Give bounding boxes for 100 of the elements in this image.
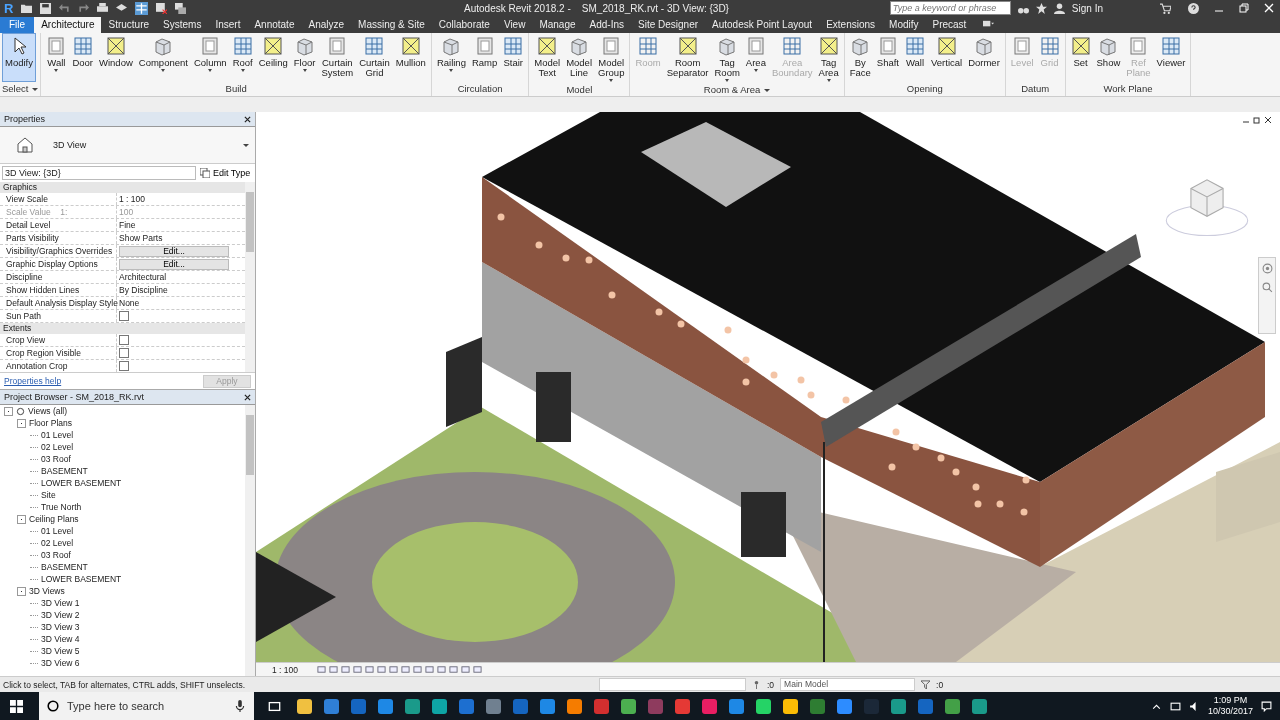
checkbox[interactable] bbox=[119, 361, 129, 372]
ribbon-tool-button[interactable]: Model Text bbox=[531, 32, 564, 83]
close-windows-icon[interactable] bbox=[156, 2, 168, 14]
ribbon-tab[interactable]: View bbox=[496, 16, 533, 33]
taskbar-app-icon[interactable] bbox=[837, 698, 852, 714]
microphone-icon[interactable] bbox=[234, 700, 246, 712]
taskbar-app-icon[interactable] bbox=[783, 698, 798, 714]
tree-item[interactable]: 3D View 2 bbox=[41, 610, 80, 621]
ribbon-tool-button[interactable]: Tag Room bbox=[711, 32, 743, 83]
help-icon[interactable] bbox=[1188, 2, 1199, 14]
tiled-windows-icon[interactable] bbox=[135, 1, 149, 15]
ribbon-tool-button[interactable]: Stair bbox=[500, 32, 527, 82]
tree-item[interactable]: 3D Views bbox=[29, 586, 65, 597]
ribbon-tool-button[interactable]: Dormer bbox=[965, 32, 1003, 82]
print-icon[interactable] bbox=[97, 2, 109, 14]
design-option-dropdown[interactable]: Main Model bbox=[780, 678, 916, 692]
folder-icon[interactable] bbox=[21, 2, 33, 14]
ribbon-tool-button[interactable]: Window bbox=[96, 32, 136, 82]
tree-item[interactable]: 01 Level bbox=[41, 430, 74, 441]
user-icon[interactable] bbox=[1053, 2, 1065, 14]
restore-icon[interactable] bbox=[1239, 3, 1249, 14]
taskbar-app-icon[interactable] bbox=[756, 698, 771, 714]
tree-item[interactable]: 03 Roof bbox=[41, 454, 71, 465]
taskbar-search-field[interactable]: Type here to search bbox=[39, 692, 254, 720]
ribbon-tab[interactable]: Add-Ins bbox=[582, 16, 631, 33]
scrollbar[interactable] bbox=[245, 405, 255, 677]
property-group-header[interactable]: Extents bbox=[0, 323, 245, 335]
checkbox[interactable] bbox=[119, 348, 129, 359]
ribbon-tool-button[interactable]: Mullion bbox=[392, 32, 429, 82]
ribbon-tab[interactable]: Collaborate bbox=[431, 16, 497, 33]
ribbon-tab[interactable]: Structure bbox=[101, 16, 157, 33]
edit-type-button[interactable]: Edit Type bbox=[200, 168, 251, 179]
close-icon[interactable] bbox=[1264, 116, 1272, 125]
tree-item[interactable]: 02 Level bbox=[41, 442, 74, 453]
property-value[interactable]: Show Parts bbox=[119, 232, 163, 245]
ribbon-tool-button[interactable]: Area bbox=[742, 32, 769, 83]
tree-item[interactable]: True North bbox=[41, 502, 82, 513]
instance-dropdown[interactable]: 3D View: {3D} bbox=[2, 166, 196, 181]
close-icon[interactable] bbox=[244, 393, 251, 401]
switch-windows-icon[interactable] bbox=[175, 2, 187, 14]
ribbon-tool-button[interactable]: Model Line bbox=[563, 32, 595, 83]
tree-item[interactable]: 3D View 3 bbox=[41, 622, 80, 633]
collapse-toggle[interactable] bbox=[17, 514, 26, 524]
ribbon-tool-button[interactable]: Show bbox=[1093, 32, 1124, 82]
ribbon-tool-button[interactable]: Column bbox=[190, 32, 230, 82]
ribbon-tab[interactable]: Manage bbox=[532, 16, 583, 33]
ribbon-tab[interactable]: Insert bbox=[208, 16, 248, 33]
ribbon-tool-button[interactable]: Modify bbox=[2, 32, 36, 82]
property-value[interactable]: Fine bbox=[119, 219, 136, 232]
tree-item[interactable]: 01 Level bbox=[41, 526, 74, 537]
taskbar-app-icon[interactable] bbox=[945, 698, 960, 714]
tree-item[interactable]: 3D View 5 bbox=[41, 646, 80, 657]
tree-item[interactable]: 3D View 6 bbox=[41, 658, 80, 669]
undo-icon[interactable] bbox=[59, 2, 71, 14]
taskbar-app-icon[interactable] bbox=[378, 698, 393, 714]
property-value[interactable]: Architectural bbox=[119, 271, 167, 284]
ribbon-tool-button[interactable]: Floor bbox=[290, 32, 319, 82]
taskbar-app-icon[interactable] bbox=[891, 698, 906, 714]
view-scale[interactable]: 1 : 100 bbox=[272, 664, 298, 675]
checkbox[interactable] bbox=[119, 311, 129, 322]
property-group-header[interactable]: Graphics bbox=[0, 182, 245, 194]
collapse-toggle[interactable] bbox=[17, 586, 26, 596]
restore-icon[interactable] bbox=[1253, 116, 1261, 125]
ribbon-tab[interactable]: Analyze bbox=[301, 16, 352, 33]
ribbon-tool-button[interactable]: Wall bbox=[43, 32, 70, 82]
ribbon-tool-button[interactable]: Shaft bbox=[873, 32, 902, 82]
cart-icon[interactable] bbox=[1160, 2, 1171, 14]
edit-button[interactable]: Edit... bbox=[119, 245, 229, 257]
ribbon-tool-button[interactable]: Ceiling bbox=[255, 32, 291, 82]
ribbon-tool-button[interactable]: Wall bbox=[902, 32, 928, 82]
tree-item[interactable]: Floor Plans bbox=[29, 418, 72, 429]
ribbon-tool-button[interactable]: Railing bbox=[433, 32, 469, 82]
tree-item[interactable]: Views (all) bbox=[28, 406, 68, 417]
collapse-toggle[interactable] bbox=[4, 406, 13, 416]
tree-item[interactable]: 3D View 1 bbox=[41, 598, 80, 609]
ribbon-tool-button[interactable]: Tag Area bbox=[815, 32, 842, 83]
checkbox[interactable] bbox=[119, 335, 129, 346]
property-value[interactable]: 1 : 100 bbox=[119, 193, 145, 206]
ribbon-tab[interactable]: Massing & Site bbox=[351, 16, 432, 33]
taskbar-app-icon[interactable] bbox=[540, 698, 555, 714]
taskbar-app-icon[interactable] bbox=[324, 698, 339, 714]
zoom-icon[interactable] bbox=[1261, 282, 1273, 294]
tree-item[interactable]: LOWER BASEMENT bbox=[41, 478, 122, 489]
type-selector[interactable]: 3D View bbox=[0, 127, 255, 165]
ribbon-tool-button[interactable]: Vertical bbox=[928, 32, 966, 82]
ribbon-tool-button[interactable]: Curtain Grid bbox=[356, 32, 393, 82]
collapse-toggle[interactable] bbox=[17, 418, 26, 428]
tree-item[interactable]: BASEMENT bbox=[41, 466, 88, 477]
ribbon-tool-button[interactable]: Roof bbox=[229, 32, 256, 82]
search-field[interactable]: Type a keyword or phrase bbox=[889, 1, 1011, 16]
taskbar-app-icon[interactable] bbox=[297, 698, 312, 714]
ribbon-tab[interactable]: Modify bbox=[882, 16, 926, 33]
redo-icon[interactable] bbox=[78, 2, 90, 14]
ribbon-tool-button[interactable]: Component bbox=[135, 32, 191, 82]
edit-button[interactable]: Edit... bbox=[119, 258, 229, 270]
sign-in-link[interactable]: Sign In bbox=[1071, 2, 1103, 14]
notification-icon[interactable] bbox=[1261, 700, 1272, 712]
wheel-icon[interactable] bbox=[1261, 263, 1273, 275]
ribbon-tool-button[interactable]: Curtain System bbox=[318, 32, 357, 82]
task-view-icon[interactable] bbox=[268, 699, 281, 713]
